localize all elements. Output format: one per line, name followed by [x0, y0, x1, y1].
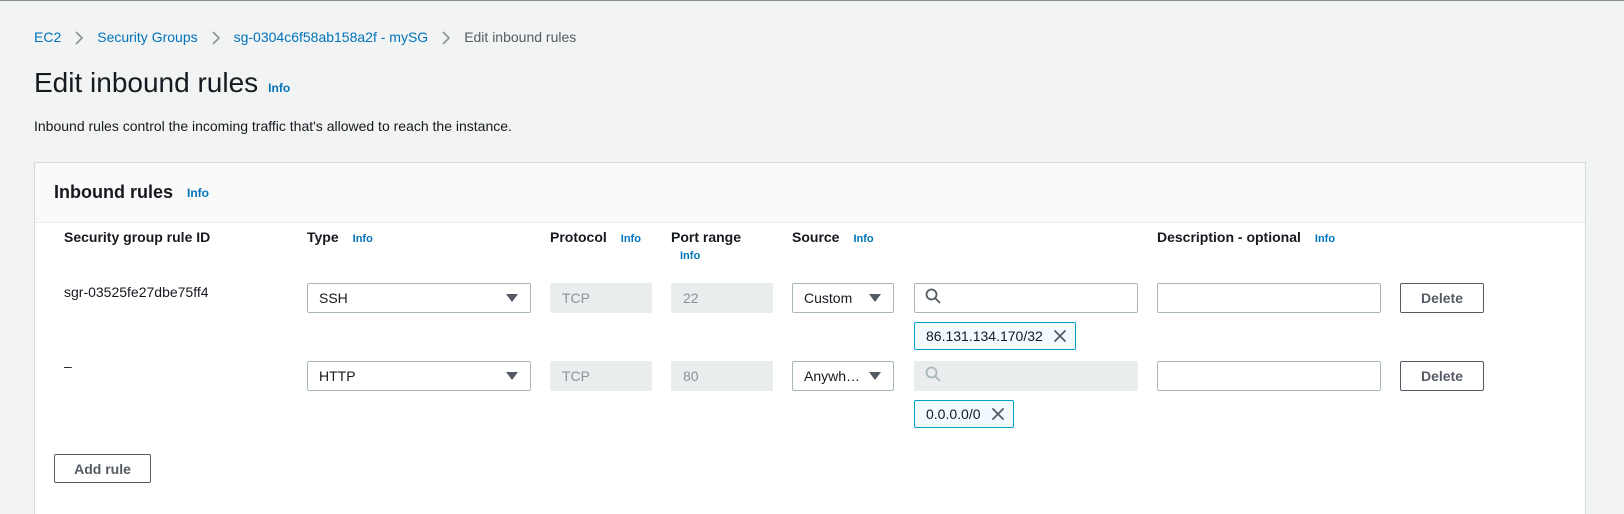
port-range-field: 22 [671, 283, 773, 313]
chevron-right-icon [198, 29, 234, 45]
token-label: 86.131.134.170/32 [926, 328, 1043, 344]
delete-button[interactable]: Delete [1400, 361, 1484, 391]
type-select-value: HTTP [319, 368, 356, 384]
panel-info-link[interactable]: Info [187, 186, 209, 200]
page-description: Inbound rules control the incoming traff… [34, 118, 512, 134]
inbound-rules-panel: Inbound rules Info Security group rule I… [34, 162, 1586, 514]
type-select[interactable]: SSH [307, 283, 531, 313]
page-header: Edit inbound rules Info [34, 67, 290, 99]
source-select[interactable]: Anywhe… [792, 361, 894, 391]
token-label: 0.0.0.0/0 [926, 406, 981, 422]
port-range-info-link[interactable]: Info [680, 250, 700, 262]
chevron-right-icon [428, 29, 464, 45]
source-select[interactable]: Custom [792, 283, 894, 313]
column-label: Security group rule ID [64, 229, 211, 245]
caret-down-icon [869, 372, 881, 380]
page-title: Edit inbound rules [34, 67, 259, 98]
source-token: 86.131.134.170/32 [914, 322, 1076, 350]
description-input[interactable] [1157, 283, 1381, 313]
column-header-type: Type Info [307, 229, 373, 245]
source-search-input [914, 361, 1138, 391]
protocol-field: TCP [550, 283, 652, 313]
chevron-right-icon [61, 29, 97, 45]
type-select-value: SSH [319, 290, 348, 306]
breadcrumb-current: Edit inbound rules [464, 29, 577, 45]
column-label: Protocol [550, 229, 607, 245]
protocol-info-link[interactable]: Info [621, 233, 641, 245]
column-label: Source [792, 229, 840, 245]
delete-button[interactable]: Delete [1400, 283, 1484, 313]
source-info-link[interactable]: Info [853, 233, 873, 245]
column-header-port-range: Port range [671, 229, 741, 245]
breadcrumb-security-group-link[interactable]: sg-0304c6f58ab158a2f - mySG [234, 29, 429, 45]
column-header-description: Description - optional Info [1157, 229, 1335, 245]
source-search-input[interactable] [914, 283, 1138, 313]
description-input[interactable] [1157, 361, 1381, 391]
search-icon [925, 288, 941, 309]
page-info-link[interactable]: Info [268, 81, 290, 95]
search-icon [925, 366, 941, 387]
caret-down-icon [869, 294, 881, 302]
column-label: Port range [671, 229, 742, 245]
rule-id-cell: – [64, 358, 72, 374]
description-info-link[interactable]: Info [1315, 233, 1335, 245]
column-header-protocol: Protocol Info [550, 229, 641, 245]
type-select[interactable]: HTTP [307, 361, 531, 391]
source-token: 0.0.0.0/0 [914, 400, 1014, 428]
add-rule-button[interactable]: Add rule [54, 454, 151, 483]
column-header-source: Source Info [792, 229, 874, 245]
breadcrumb-ec2-link[interactable]: EC2 [34, 29, 61, 45]
column-label: Type [307, 229, 339, 245]
caret-down-icon [506, 294, 518, 302]
breadcrumb-security-groups-link[interactable]: Security Groups [97, 29, 197, 45]
port-range-field: 80 [671, 361, 773, 391]
rule-id-cell: sgr-03525fe27dbe75ff4 [64, 284, 209, 300]
column-header-rule-id: Security group rule ID [64, 229, 210, 245]
panel-title: Inbound rules [54, 182, 173, 202]
type-info-link[interactable]: Info [353, 233, 373, 245]
panel-header: Inbound rules Info [35, 163, 1585, 223]
column-label: Description - optional [1157, 229, 1301, 245]
close-icon[interactable] [991, 407, 1005, 421]
caret-down-icon [506, 372, 518, 380]
protocol-field: TCP [550, 361, 652, 391]
breadcrumb: EC2 Security Groups sg-0304c6f58ab158a2f… [34, 26, 576, 48]
close-icon[interactable] [1053, 329, 1067, 343]
